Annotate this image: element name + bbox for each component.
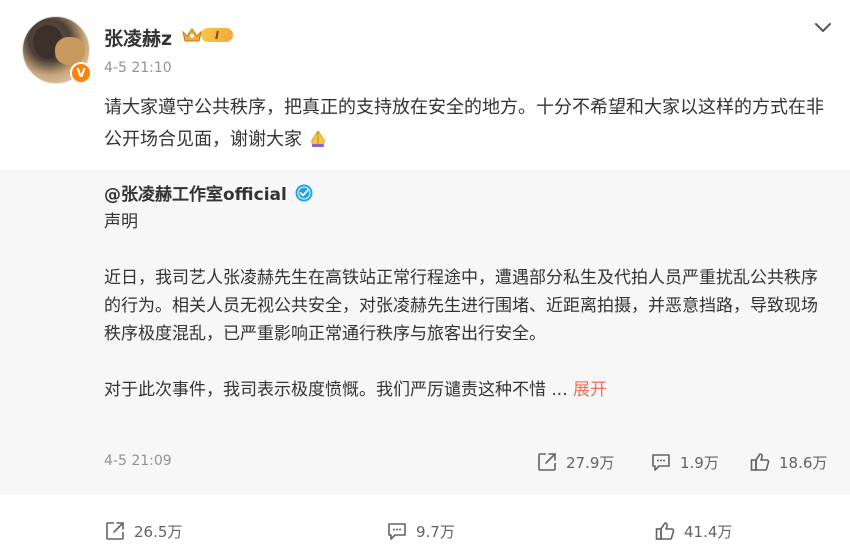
- repost-paragraph-3: 对于此次事件，我司表示极度愤慨。我们严厉谴责这种不惜 ... 展开: [104, 376, 834, 404]
- repost-icon: [538, 453, 556, 471]
- post-text: 请大家遵守公共秩序，把真正的支持放在安全的地方。十分不希望和大家以这样的方式在非…: [104, 92, 834, 156]
- post-action-bar: 26.5万 9.7万 41.4万: [0, 510, 850, 552]
- comment-count: 9.7万: [416, 522, 455, 541]
- vip-badge[interactable]: I: [181, 26, 233, 44]
- repost-paragraph-3-text: 对于此次事件，我司表示极度愤慨。我们严厉谴责这种不惜 ...: [104, 380, 574, 400]
- like-button[interactable]: 41.4万: [654, 520, 732, 542]
- crown-icon: [182, 28, 202, 42]
- like-count: 41.4万: [684, 522, 733, 541]
- repost-time[interactable]: 4-5 21:09: [104, 453, 172, 469]
- repost-author[interactable]: @张凌赫工作室official: [104, 180, 313, 205]
- post-header: V 张凌赫z I 4-5 21:10: [0, 0, 850, 90]
- comment-button[interactable]: 9.7万: [386, 520, 455, 542]
- avatar[interactable]: V: [22, 16, 92, 84]
- repost-paragraph-2: 近日，我司艺人张凌赫先生在高铁站正常行程途中，遭遇部分私生及代拍人员严重扰乱公共…: [104, 268, 818, 344]
- comment-icon: [652, 454, 670, 471]
- repost-card[interactable]: @张凌赫工作室official 声明 近日，我司艺人张凌赫先生在高铁站正常行程途…: [0, 170, 850, 495]
- repost-paragraph-1: 声明: [104, 212, 138, 232]
- like-icon: [655, 522, 675, 540]
- repost-comment-count: 1.9万: [680, 453, 719, 472]
- pray-emoji-icon: [310, 130, 325, 147]
- expand-link[interactable]: 展开: [573, 380, 607, 400]
- repost-like-button[interactable]: 18.6万: [749, 451, 827, 473]
- blue-verified-icon: [295, 184, 313, 201]
- repost-icon: [106, 522, 124, 540]
- repost-body: 声明 近日，我司艺人张凌赫先生在高铁站正常行程途中，遭遇部分私生及代拍人员严重扰…: [104, 208, 834, 404]
- comment-icon: [388, 523, 406, 540]
- repost-footer: 4-5 21:09 27.9万 1.9万 18.6万: [104, 451, 840, 475]
- repost-author-name[interactable]: @张凌赫工作室official: [104, 180, 287, 205]
- vip-level: I: [201, 28, 233, 42]
- chevron-down-icon[interactable]: [814, 20, 832, 34]
- repost-button[interactable]: 26.5万: [104, 520, 182, 542]
- repost-comment-button[interactable]: 1.9万: [650, 451, 719, 473]
- like-icon: [750, 453, 770, 471]
- repost-count: 26.5万: [134, 522, 183, 541]
- repost-repost-count: 27.9万: [566, 453, 615, 472]
- post-text-content: 请大家遵守公共秩序，把真正的支持放在安全的地方。十分不希望和大家以这样的方式在非…: [104, 97, 824, 150]
- repost-repost-button[interactable]: 27.9万: [536, 451, 614, 473]
- repost-like-count: 18.6万: [779, 453, 828, 472]
- post-time[interactable]: 4-5 21:10: [104, 60, 172, 76]
- verified-v-icon: V: [70, 62, 92, 84]
- username[interactable]: 张凌赫z: [104, 24, 172, 51]
